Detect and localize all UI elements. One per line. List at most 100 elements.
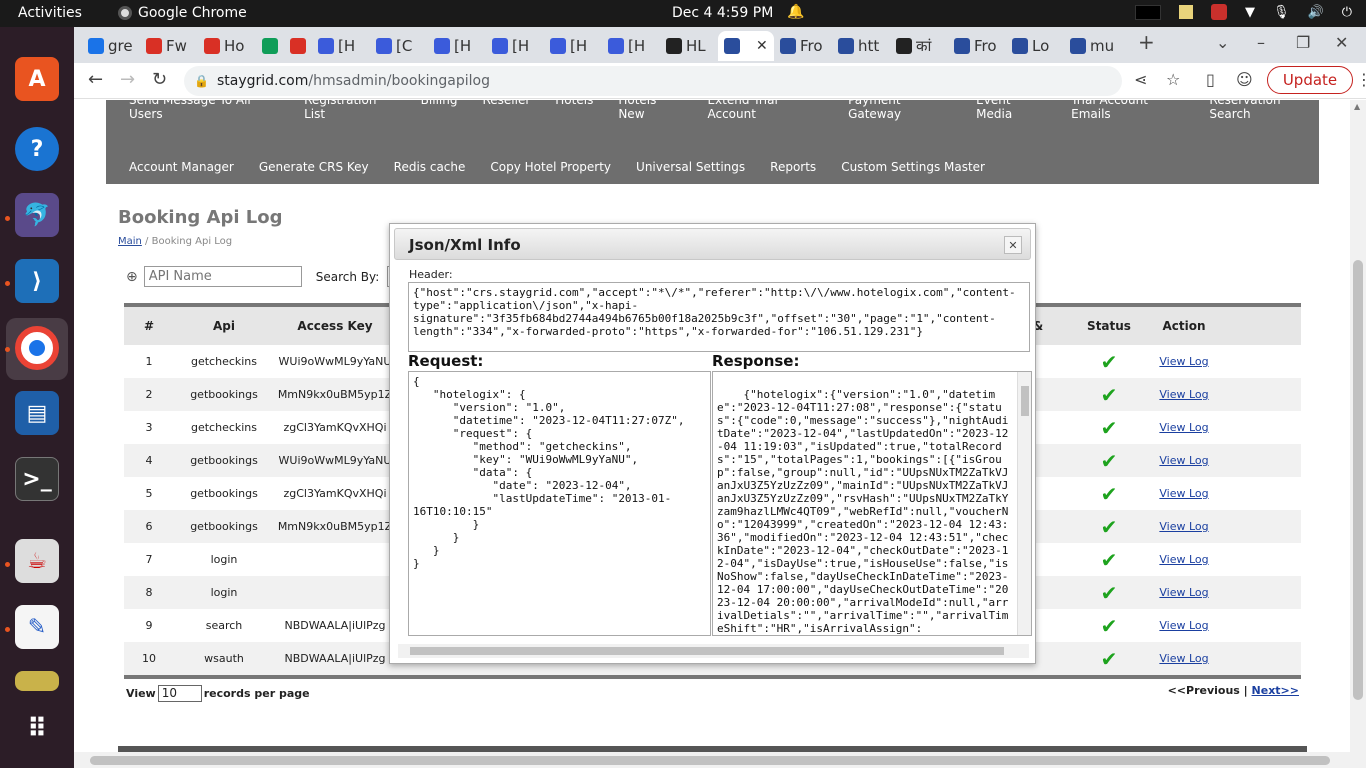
nav-link[interactable]: Custom Settings Master [841,160,985,174]
files-icon[interactable] [15,671,59,691]
browser-tab[interactable]: कां [890,31,948,61]
nav-link[interactable]: Redis cache [394,160,466,174]
close-window-button[interactable]: ✕ [1335,33,1348,52]
dbeaver-icon[interactable]: 🐬 [15,193,59,237]
profile-avatar[interactable]: ☺ [1236,70,1253,89]
browser-tab[interactable]: Ho [198,31,256,61]
nav-link[interactable]: Send Message To All Users [129,100,279,121]
browser-tab[interactable]: [C [370,31,428,61]
browser-tab[interactable]: [H [544,31,602,61]
browser-tab[interactable]: Fw [140,31,198,61]
maximize-button[interactable]: ❐ [1296,33,1310,52]
zoom-search-icon[interactable]: ⊕ [126,269,138,285]
view-log-link[interactable]: View Log [1159,520,1208,533]
share-icon[interactable]: ⋖ [1134,70,1147,89]
show-apps-icon[interactable]: ⠿ [15,707,59,751]
nav-link[interactable]: Reseller [482,100,530,121]
back-button[interactable]: ← [88,69,103,90]
dialog-titlebar[interactable]: Json/Xml Info ✕ [394,228,1031,260]
view-log-link[interactable]: View Log [1159,355,1208,368]
view-log-link[interactable]: View Log [1159,619,1208,632]
next-page-link[interactable]: Next>> [1252,684,1299,697]
chevron-down-icon[interactable]: ⌄ [1216,33,1229,52]
nav-link[interactable]: Extend Trial Account [707,100,823,121]
browser-tab[interactable]: [H [428,31,486,61]
checkmark-icon: ✔ [1100,613,1118,638]
request-textarea[interactable]: { "hotelogix": { "version": "1.0", "date… [408,371,711,636]
nav-link[interactable]: Account Manager [129,160,234,174]
status-cell: ✔ [1074,411,1144,444]
browser-tab[interactable]: Fro [948,31,1006,61]
nav-link[interactable]: Reports [770,160,816,174]
forward-button[interactable]: → [120,69,135,90]
nav-link[interactable]: Hotels New [618,100,682,121]
browser-tab[interactable]: htt [832,31,890,61]
browser-tab[interactable]: HL [660,31,718,61]
app-menu-label: Google Chrome [138,5,247,21]
nav-link[interactable]: Reservation Search [1209,100,1319,121]
horizontal-scrollbar[interactable] [74,752,1366,768]
vscode-icon[interactable]: ⟩ [15,259,59,303]
help-icon[interactable]: ? [15,127,59,171]
notes-icon[interactable] [1179,5,1193,19]
nav-link[interactable]: Event Media [976,100,1046,121]
side-panel-icon[interactable]: ▯ [1206,70,1215,89]
browser-tab[interactable]: mu [1064,31,1122,61]
browser-tab[interactable] [284,31,312,61]
new-tab-button[interactable]: + [1138,30,1155,54]
nav-link[interactable]: Generate CRS Key [259,160,369,174]
browser-tab[interactable]: ✕ [718,31,774,61]
terminal-icon[interactable]: >_ [15,457,59,501]
text-editor-icon[interactable]: ✎ [15,605,59,649]
dialog-horizontal-scrollbar[interactable] [398,644,1029,658]
browser-tab[interactable]: [H [312,31,370,61]
anydesk-icon[interactable] [1211,4,1227,20]
nav-link[interactable]: Billing [421,100,458,121]
address-bar[interactable]: 🔒 staygrid.com /hmsadmin/bookingapilog [184,66,1122,96]
writer-icon[interactable]: ▤ [15,391,59,435]
close-icon[interactable]: ✕ [1004,236,1022,254]
nav-link[interactable]: Registration List [304,100,396,121]
breadcrumb-main-link[interactable]: Main [118,236,142,247]
browser-tab[interactable]: gre [82,31,140,61]
browser-tab[interactable] [256,31,284,61]
kebab-menu-icon[interactable]: ⋮ [1356,70,1366,89]
software-center-icon[interactable]: A [15,57,59,101]
header-textarea[interactable]: {"host":"crs.staygrid.com","accept":"*\/… [408,282,1030,352]
view-log-link[interactable]: View Log [1159,421,1208,434]
response-scrollbar[interactable] [1017,372,1031,635]
minimize-button[interactable]: – [1257,33,1265,52]
previous-label: <<Previous [1167,684,1240,697]
activities-button[interactable]: Activities [18,5,82,21]
lock-icon[interactable]: 🔒 [194,74,209,88]
view-log-link[interactable]: View Log [1159,388,1208,401]
chrome-dock-icon[interactable] [15,326,59,370]
clock[interactable]: Dec 4 4:59 PM [672,5,773,21]
browser-tab[interactable]: [H [602,31,660,61]
response-textarea[interactable]: {"hotelogix":{"version":"1.0","datetime"… [712,371,1032,636]
system-tray[interactable]: ▼ 🎙 🔊 ⏻ [1135,4,1352,20]
per-page-select[interactable]: 10 [157,685,202,702]
view-log-link[interactable]: View Log [1159,553,1208,566]
view-log-link[interactable]: View Log [1159,454,1208,467]
nav-link[interactable]: Hotels [555,100,593,121]
browser-tab[interactable]: Fro [774,31,832,61]
view-log-link[interactable]: View Log [1159,652,1208,665]
app-menu[interactable]: Google Chrome [118,5,247,21]
nav-link[interactable]: Payment Gateway [848,100,951,121]
java-icon[interactable]: ☕ [15,539,59,583]
browser-tab[interactable]: [H [486,31,544,61]
nav-link[interactable]: Copy Hotel Property [490,160,611,174]
view-log-link[interactable]: View Log [1159,586,1208,599]
api-name-input[interactable] [143,266,302,287]
vertical-scrollbar[interactable]: ▲ [1350,100,1366,752]
bookmark-star-icon[interactable]: ☆ [1166,70,1180,89]
update-button[interactable]: Update [1267,66,1353,94]
view-log-link[interactable]: View Log [1159,487,1208,500]
reload-button[interactable]: ↻ [152,69,167,90]
tray-app-icon[interactable] [1135,4,1161,20]
browser-tab[interactable]: Lo [1006,31,1064,61]
nav-link[interactable]: Trial Account Emails [1071,100,1184,121]
nav-link[interactable]: Universal Settings [636,160,745,174]
tab-close-icon[interactable]: ✕ [756,38,768,54]
